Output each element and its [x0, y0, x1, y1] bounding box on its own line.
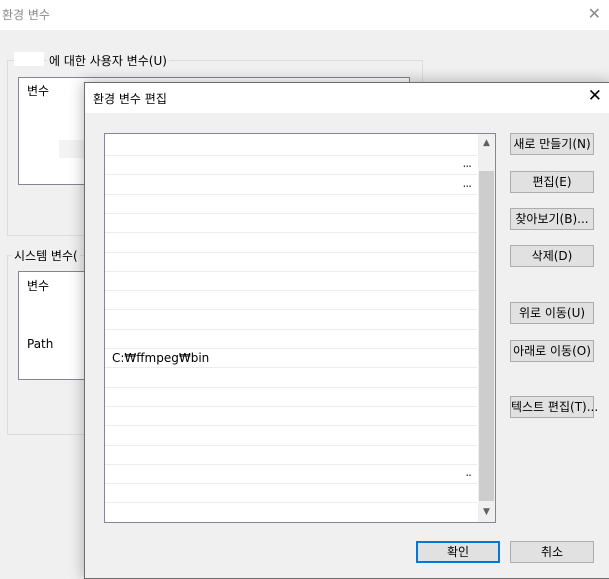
ok-button[interactable]: 확인	[416, 541, 500, 563]
list-item[interactable]	[105, 311, 477, 330]
list-item[interactable]	[105, 407, 477, 427]
list-item[interactable]	[105, 388, 477, 407]
list-item-suffix: ..	[465, 465, 472, 480]
bg-close-icon[interactable]: ✕	[588, 4, 601, 23]
list-item[interactable]	[105, 253, 477, 272]
list-item[interactable]: ...	[105, 176, 477, 195]
user-list-header: 변수	[27, 84, 50, 98]
scroll-down-icon[interactable]: ▼	[478, 504, 495, 521]
edit-environment-variable-dialog: 환경 변수 편집 ✕ ...... C:₩ffmpeg₩bin.. ▲ ▼ 새로 …	[84, 82, 609, 579]
bg-window-title: 환경 변수	[2, 8, 50, 22]
scroll-up-icon[interactable]: ▲	[478, 135, 495, 152]
list-item[interactable]	[105, 234, 477, 253]
system-row-path[interactable]: Path	[27, 337, 53, 351]
list-item[interactable]	[105, 214, 477, 234]
list-item[interactable]	[105, 446, 477, 465]
vertical-scrollbar[interactable]: ▲ ▼	[478, 134, 495, 522]
masked-cell	[59, 140, 85, 158]
dialog-titlebar: 환경 변수 편집 ✕	[85, 83, 609, 113]
edit-text-button[interactable]: 텍스트 편집(T)...	[510, 396, 598, 418]
edit-button[interactable]: 편집(E)	[510, 171, 594, 193]
user-variables-label: 에 대한 사용자 변수(U)	[47, 52, 169, 69]
dialog-title: 환경 변수 편집	[93, 92, 167, 106]
list-item[interactable]: C:₩ffmpeg₩bin	[105, 349, 477, 369]
list-item-suffix: ...	[462, 156, 473, 171]
browse-button[interactable]: 찾아보기(B)...	[510, 208, 594, 230]
list-item-text: C:₩ffmpeg₩bin	[112, 351, 210, 366]
list-item[interactable]	[105, 272, 477, 292]
list-item[interactable]: ...	[105, 156, 477, 176]
list-item[interactable]	[105, 369, 477, 388]
bg-titlebar: 환경 변수 ✕	[0, 0, 609, 30]
list-item[interactable]	[105, 137, 477, 156]
close-icon[interactable]: ✕	[588, 86, 602, 106]
move-up-button[interactable]: 위로 이동(U)	[510, 302, 594, 324]
list-item[interactable]	[105, 330, 477, 349]
new-button[interactable]: 새로 만들기(N)	[510, 133, 594, 155]
list-item[interactable]	[105, 427, 477, 446]
list-item[interactable]	[105, 195, 477, 214]
system-variables-label: 시스템 변수(	[12, 247, 80, 264]
list-item[interactable]	[105, 504, 477, 522]
path-entries-list[interactable]: ...... C:₩ffmpeg₩bin.. ▲ ▼	[104, 133, 496, 523]
list-item[interactable]	[105, 291, 477, 311]
user-label-mask	[14, 52, 44, 66]
delete-button[interactable]: 삭제(D)	[510, 245, 594, 267]
list-item[interactable]	[105, 484, 477, 504]
list-item[interactable]: ..	[105, 465, 477, 485]
cancel-button[interactable]: 취소	[510, 541, 594, 563]
scrollbar-thumb[interactable]	[479, 171, 494, 501]
system-list-header: 변수	[27, 279, 50, 293]
move-down-button[interactable]: 아래로 이동(O)	[510, 340, 594, 362]
list-item-suffix: ...	[462, 175, 473, 190]
